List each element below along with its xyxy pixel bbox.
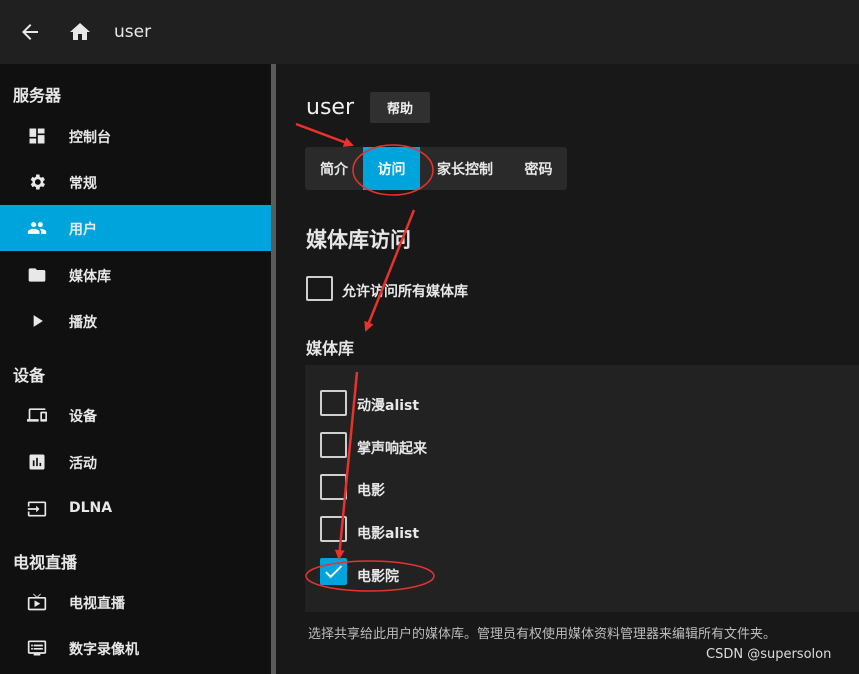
top-header: user: [0, 0, 859, 64]
library-checkbox[interactable]: [320, 390, 347, 416]
tab-password[interactable]: 密码: [510, 147, 567, 190]
header-title: user: [114, 22, 152, 42]
sidebar-item-dvr[interactable]: 数字录像机: [0, 625, 271, 671]
sidebar-section-devices: 设备: [13, 366, 46, 385]
sidebar-item-label: 播放: [69, 315, 97, 331]
library-label: 电影alist: [357, 526, 420, 542]
sidebar-section-server: 服务器: [13, 86, 62, 105]
sidebar-item-general[interactable]: 常规: [0, 159, 271, 205]
chart-icon: [27, 452, 47, 472]
folder-icon: [27, 265, 47, 285]
sidebar-item-label: 控制台: [69, 130, 111, 146]
sidebar-item-users[interactable]: 用户: [0, 205, 271, 251]
sidebar-item-libraries[interactable]: 媒体库: [0, 252, 271, 298]
library-label: 电影院: [357, 569, 399, 585]
allow-all-libraries-checkbox[interactable]: [306, 276, 333, 301]
libraries-heading: 媒体库: [306, 339, 355, 358]
help-button[interactable]: 帮助: [370, 92, 430, 123]
allow-all-libraries-label: 允许访问所有媒体库: [342, 284, 468, 300]
library-access-heading: 媒体库访问: [306, 228, 411, 252]
dvr-icon: [27, 638, 47, 658]
library-label: 掌声响起来: [357, 441, 427, 457]
library-checkbox-checked[interactable]: [320, 558, 347, 585]
people-icon: [27, 218, 47, 238]
sidebar-item-label: 活动: [69, 456, 97, 472]
sidebar-item-label: 媒体库: [69, 269, 111, 285]
sidebar-item-label: DLNA: [69, 500, 113, 516]
home-icon[interactable]: [68, 20, 92, 44]
dashboard-icon: [27, 126, 47, 146]
library-label: 电影: [357, 483, 385, 499]
back-arrow-icon[interactable]: [18, 20, 42, 44]
tab-access[interactable]: 访问: [363, 147, 420, 190]
library-checkbox[interactable]: [320, 432, 347, 458]
sidebar-item-label: 数字录像机: [69, 642, 139, 658]
gear-icon: [27, 172, 47, 192]
tab-profile[interactable]: 简介: [305, 147, 363, 190]
user-tabs: 简介 访问 家长控制 密码: [305, 147, 567, 190]
library-label: 动漫alist: [357, 398, 420, 414]
watermark: CSDN @supersolon: [706, 647, 832, 662]
library-checkbox[interactable]: [320, 474, 347, 500]
sidebar-item-label: 常规: [69, 176, 97, 192]
sidebar-item-activity[interactable]: 活动: [0, 439, 271, 485]
sidebar-item-label: 设备: [69, 409, 97, 425]
sidebar-section-live-tv: 电视直播: [13, 553, 78, 572]
sidebar-item-playback[interactable]: 播放: [0, 298, 271, 344]
checkmark-icon: [322, 560, 345, 583]
sidebar-item-dlna[interactable]: DLNA: [0, 486, 271, 532]
sidebar-item-devices[interactable]: 设备: [0, 392, 271, 438]
input-icon: [27, 499, 47, 519]
library-checkbox[interactable]: [320, 516, 347, 542]
sidebar-item-live-tv[interactable]: 电视直播: [0, 579, 271, 625]
tab-parental-control[interactable]: 家长控制: [420, 147, 510, 190]
live-tv-icon: [27, 592, 47, 612]
sidebar-item-label: 电视直播: [69, 596, 125, 612]
sidebar-item-label: 用户: [69, 222, 97, 238]
libraries-help-text: 选择共享给此用户的媒体库。管理员有权使用媒体资料管理器来编辑所有文件夹。: [308, 627, 777, 642]
sidebar-item-dashboard[interactable]: 控制台: [0, 113, 271, 159]
devices-icon: [27, 405, 47, 425]
page-title: user: [306, 95, 354, 120]
play-icon: [27, 311, 47, 331]
